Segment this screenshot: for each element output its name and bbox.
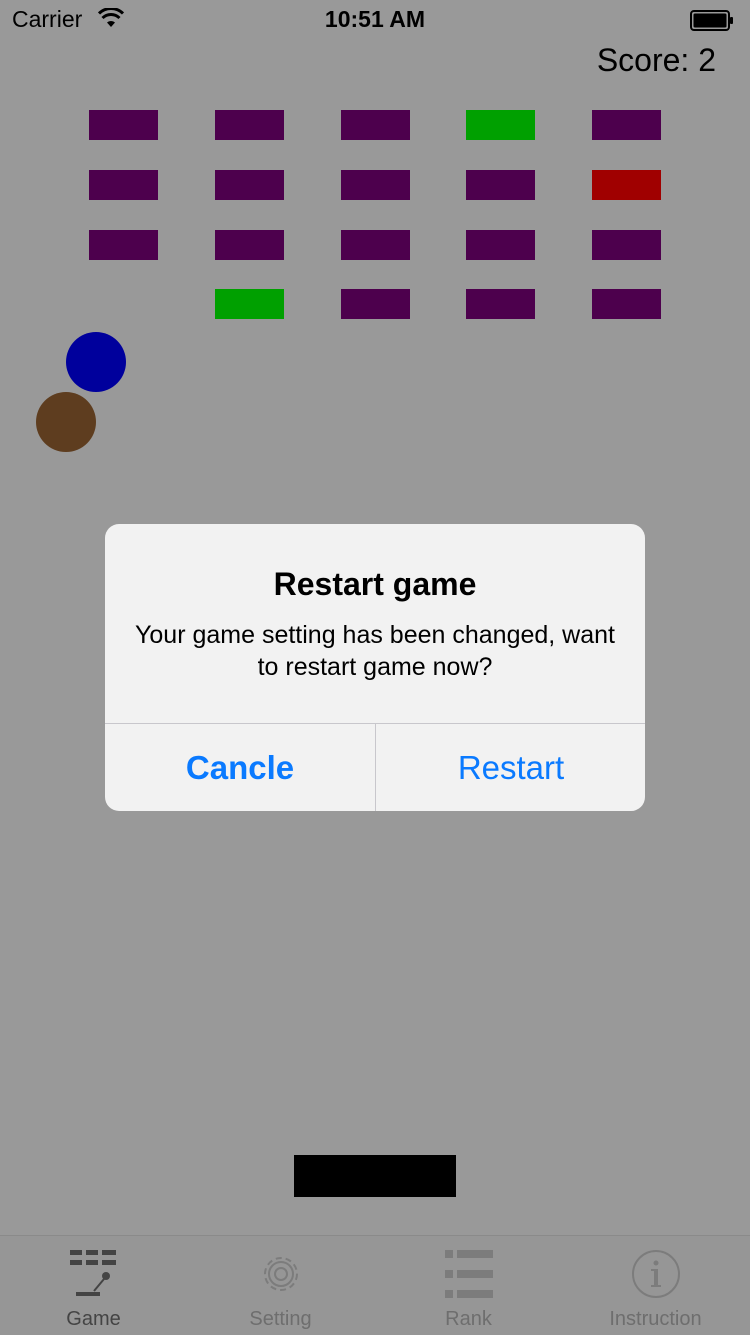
brick [215, 110, 284, 140]
brick [89, 170, 158, 200]
tab-instruction[interactable]: Instruction [562, 1236, 749, 1335]
brick [466, 289, 535, 319]
brick [592, 170, 661, 200]
brick [466, 170, 535, 200]
brick [215, 289, 284, 319]
brick [215, 230, 284, 260]
tab-bar: Game Setting Rank Instruction [0, 1235, 750, 1335]
brick [341, 110, 410, 140]
tab-label: Instruction [609, 1308, 702, 1330]
brick [341, 230, 410, 260]
tab-label: Rank [445, 1308, 492, 1330]
cancel-button[interactable]: Cancle [105, 724, 375, 811]
brick [89, 110, 158, 140]
tab-setting[interactable]: Setting [187, 1236, 374, 1335]
info-icon [631, 1250, 680, 1298]
battery-icon [690, 10, 733, 31]
alert-title: Restart game [273, 566, 477, 602]
restart-alert: Restart game Your game setting has been … [105, 524, 645, 811]
brick [466, 110, 535, 140]
restart-button[interactable]: Restart [376, 724, 645, 811]
brick [341, 170, 410, 200]
tab-game[interactable]: Game [0, 1236, 187, 1335]
alert-message: Your game setting has been changed, want… [135, 621, 615, 681]
tab-label: Setting [249, 1308, 312, 1330]
brick [89, 230, 158, 260]
brick [215, 170, 284, 200]
tab-rank[interactable]: Rank [375, 1236, 562, 1335]
brick [466, 230, 535, 260]
brick [592, 110, 661, 140]
blue-ball [66, 332, 126, 392]
brown-ball [36, 392, 96, 452]
brick [341, 289, 410, 319]
clock: 10:51 AM [324, 6, 426, 32]
status-bar: Carrier 10:51 AM [0, 0, 750, 40]
tab-label: Game [66, 1308, 121, 1330]
paddle[interactable] [294, 1155, 456, 1197]
game-icon [69, 1250, 116, 1296]
score-label: Score: 2 [596, 42, 716, 78]
gear-icon [263, 1257, 298, 1291]
brick [592, 289, 661, 319]
list-icon [444, 1250, 493, 1298]
brick [592, 230, 661, 260]
